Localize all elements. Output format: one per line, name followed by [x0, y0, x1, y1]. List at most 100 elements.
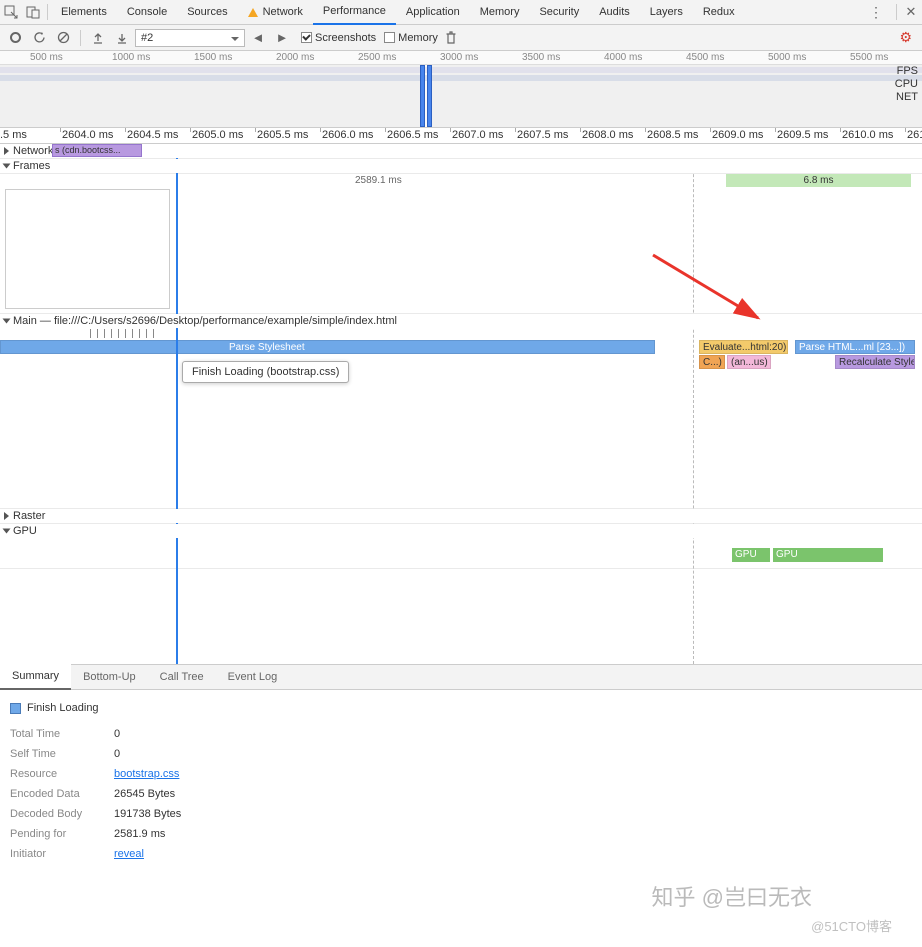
track-gpu[interactable]: GPU GPU GPU: [0, 524, 922, 569]
tab-sources[interactable]: Sources: [177, 0, 237, 25]
summary-value: 26545 Bytes: [114, 784, 175, 804]
reload-button[interactable]: [28, 27, 50, 49]
track-raster[interactable]: Raster: [0, 509, 922, 524]
overview-tick: 5000 ms: [768, 52, 806, 63]
annotation-arrow: [648, 250, 778, 330]
overview-tick: 3500 ms: [522, 52, 560, 63]
tab-layers[interactable]: Layers: [640, 0, 693, 25]
next-button[interactable]: ►: [271, 27, 293, 49]
tab-summary[interactable]: Summary: [0, 664, 71, 690]
summary-link[interactable]: reveal: [114, 844, 144, 864]
disclosure-icon[interactable]: [3, 164, 11, 169]
flame-compile[interactable]: C...): [699, 355, 725, 369]
ruler-tick: 2604.5 ms: [127, 129, 178, 141]
ruler-tick: 2610.0 ms: [842, 129, 893, 141]
ruler-tick: 2606.5 ms: [387, 129, 438, 141]
clear-button[interactable]: [52, 27, 74, 49]
main-label: Main — file:///C:/Users/s2696/Desktop/pe…: [13, 315, 397, 327]
tab-application[interactable]: Application: [396, 0, 470, 25]
disclosure-icon[interactable]: [3, 319, 11, 324]
tab-audits[interactable]: Audits: [589, 0, 640, 25]
ruler-tick: 2607.0 ms: [452, 129, 503, 141]
summary-title: Finish Loading: [27, 698, 99, 718]
tab-bottomup[interactable]: Bottom-Up: [71, 664, 148, 690]
disclosure-icon[interactable]: [4, 147, 9, 155]
flame-chart[interactable]: Network s (cdn.bootcss... Frames 2589.1 …: [0, 144, 922, 664]
screenshots-checkbox[interactable]: Screenshots: [301, 32, 376, 44]
record-button[interactable]: [4, 27, 26, 49]
frame-thumbnail[interactable]: [5, 189, 170, 309]
ruler-tick: .5 ms: [0, 129, 27, 141]
summary-link[interactable]: bootstrap.css: [114, 764, 179, 784]
summary-row: Encoded Data26545 Bytes: [10, 784, 912, 804]
gpu-bar[interactable]: GPU: [732, 548, 770, 562]
summary-key: Initiator: [10, 844, 102, 864]
memory-label: Memory: [398, 32, 438, 44]
frames-label: Frames: [13, 160, 50, 172]
tab-eventlog[interactable]: Event Log: [216, 664, 290, 690]
overview-handle-left[interactable]: [420, 65, 425, 127]
flame-parse-html[interactable]: Parse HTML...ml [23...]): [795, 340, 915, 354]
inspect-icon[interactable]: [0, 0, 22, 25]
tab-security[interactable]: Security: [529, 0, 589, 25]
profile-select-value: #2: [141, 32, 153, 44]
flame-evaluate[interactable]: Evaluate...html:20): [699, 340, 788, 354]
track-main[interactable]: Main — file:///C:/Users/s2696/Desktop/pe…: [0, 314, 922, 509]
summary-key: Resource: [10, 764, 102, 784]
tab-memory[interactable]: Memory: [470, 0, 530, 25]
summary-key: Decoded Body: [10, 804, 102, 824]
overview-tick: 2000 ms: [276, 52, 314, 63]
event-markers: [90, 329, 154, 338]
summary-key: Total Time: [10, 724, 102, 744]
disclosure-icon[interactable]: [4, 512, 9, 520]
settings-icon[interactable]: ⚙: [899, 29, 912, 46]
tab-console[interactable]: Console: [117, 0, 177, 25]
marker-line: [693, 144, 694, 664]
memory-checkbox[interactable]: Memory: [384, 32, 438, 44]
summary-row: Decoded Body 191738 Bytes: [10, 804, 912, 824]
device-icon[interactable]: [22, 0, 44, 25]
time-ruler[interactable]: .5 ms2604.0 ms2604.5 ms2605.0 ms2605.5 m…: [0, 128, 922, 144]
gc-button[interactable]: [440, 27, 462, 49]
track-frames[interactable]: Frames 2589.1 ms 6.8 ms: [0, 159, 922, 314]
profile-select[interactable]: #2: [135, 29, 245, 47]
overview-lane-labels: FPS CPU NET: [895, 65, 918, 104]
overview-tick: 1500 ms: [194, 52, 232, 63]
ruler-tick: 2604.0 ms: [62, 129, 113, 141]
frame-time-2[interactable]: 6.8 ms: [726, 174, 911, 187]
network-bar[interactable]: s (cdn.bootcss...: [52, 144, 142, 157]
watermark: 知乎 @岂曰无衣: [652, 880, 812, 912]
summary-key: Self Time: [10, 744, 102, 764]
overview-tick: 3000 ms: [440, 52, 478, 63]
download-button[interactable]: [111, 27, 133, 49]
ruler-tick: 2609.0 ms: [712, 129, 763, 141]
ruler-tick: 2605.0 ms: [192, 129, 243, 141]
summary-row: Resource bootstrap.css: [10, 764, 912, 784]
summary-row: Total Time0: [10, 724, 912, 744]
overview-tick: 500 ms: [30, 52, 63, 63]
summary-value: 0: [114, 744, 120, 764]
more-icon[interactable]: ⋮: [859, 4, 893, 21]
upload-button[interactable]: [87, 27, 109, 49]
flame-anonymous[interactable]: (an...us): [727, 355, 771, 369]
tab-network[interactable]: Network: [238, 0, 313, 25]
summary-value: 191738 Bytes: [114, 804, 181, 824]
tab-redux[interactable]: Redux: [693, 0, 745, 25]
gpu-bar[interactable]: GPU: [773, 548, 883, 562]
tooltip: Finish Loading (bootstrap.css): [182, 361, 349, 383]
disclosure-icon[interactable]: [3, 529, 11, 534]
flame-parse-stylesheet[interactable]: Parse Stylesheet: [0, 340, 655, 354]
tab-elements[interactable]: Elements: [51, 0, 117, 25]
close-icon[interactable]: ✕: [900, 0, 922, 25]
track-network[interactable]: Network s (cdn.bootcss...: [0, 144, 922, 159]
tab-performance[interactable]: Performance: [313, 0, 396, 25]
flame-recalc-style[interactable]: Recalculate Style: [835, 355, 915, 369]
playhead[interactable]: [176, 144, 178, 664]
frame-time-1: 2589.1 ms: [355, 175, 402, 186]
overview-strip[interactable]: 500 ms1000 ms1500 ms2000 ms2500 ms3000 m…: [0, 51, 922, 128]
overview-tick: 5500 ms: [850, 52, 888, 63]
prev-button[interactable]: ◄: [247, 27, 269, 49]
color-swatch: [10, 703, 21, 714]
tab-calltree[interactable]: Call Tree: [148, 664, 216, 690]
summary-key: Pending for: [10, 824, 102, 844]
